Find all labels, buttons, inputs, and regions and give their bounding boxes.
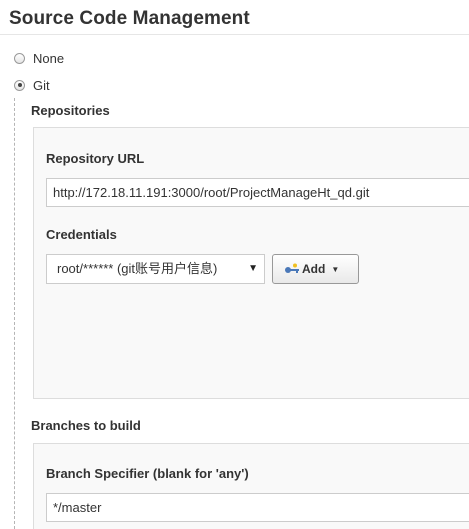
branch-specifier-input[interactable]: */master <box>46 493 469 522</box>
credentials-selected-value: root/****** (git账号用户信息) <box>57 261 218 276</box>
repository-url-input[interactable]: http://172.18.11.191:3000/root/ProjectMa… <box>46 178 469 207</box>
scm-option-none[interactable]: None <box>14 49 64 67</box>
section-title: Source Code Management <box>9 8 250 29</box>
radio-git[interactable] <box>14 79 25 91</box>
select-arrow-icon: ▼ <box>248 263 258 274</box>
radio-git-label[interactable]: Git <box>33 78 50 93</box>
credentials-select[interactable]: root/****** (git账号用户信息) ▼ <box>46 254 265 284</box>
branch-specifier-label: Branch Specifier (blank for 'any') <box>46 466 249 481</box>
key-icon <box>285 263 299 273</box>
add-button-label: Add <box>302 262 326 276</box>
git-section-dashed-border <box>14 98 15 529</box>
credentials-label: Credentials <box>46 227 117 242</box>
add-credentials-button[interactable]: Add ▼ <box>272 254 359 284</box>
branches-heading: Branches to build <box>31 418 141 433</box>
radio-none[interactable] <box>14 52 25 64</box>
scm-option-git[interactable]: Git <box>14 76 50 94</box>
repositories-heading: Repositories <box>31 103 110 118</box>
repository-url-label: Repository URL <box>46 151 145 166</box>
radio-none-label[interactable]: None <box>33 51 64 66</box>
caret-down-icon: ▼ <box>331 264 340 274</box>
title-divider <box>0 34 469 35</box>
